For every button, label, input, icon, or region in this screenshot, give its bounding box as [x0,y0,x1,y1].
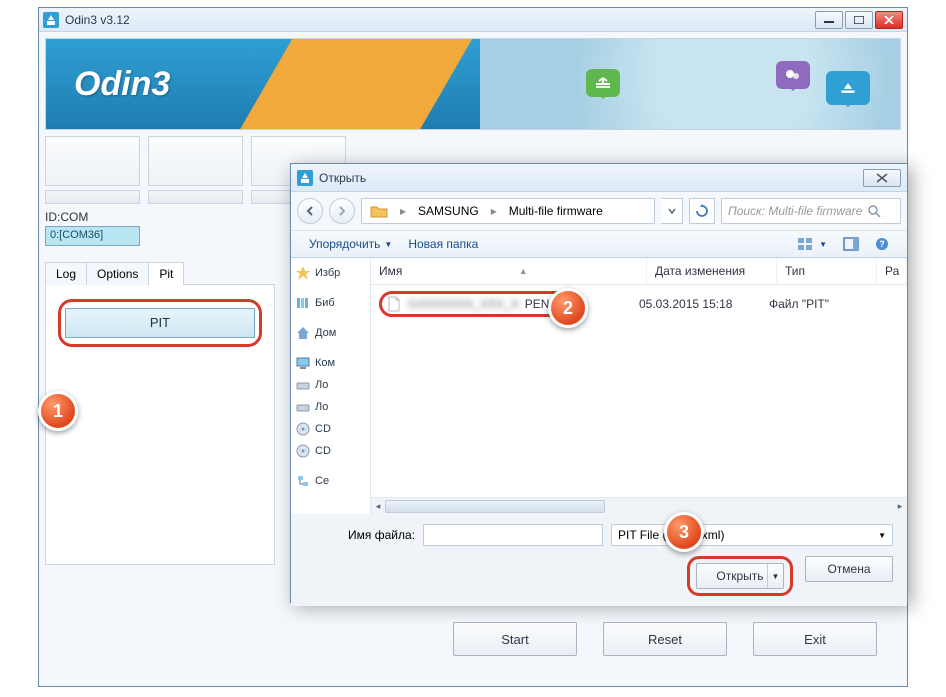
callout-badge-1: 1 [38,391,78,431]
organize-menu[interactable]: Упорядочить ▼ [301,235,400,253]
file-type-filter[interactable]: PIT File (*.pit, *.xml) ▼ [611,524,893,546]
search-input[interactable]: Поиск: Multi-file firmware [721,198,901,224]
filename-input[interactable] [423,524,603,546]
column-size[interactable]: Ра [877,258,907,284]
column-type[interactable]: Тип [777,258,877,284]
pit-button[interactable]: PIT [65,308,255,338]
breadcrumb-segment[interactable]: Multi-file firmware [501,199,611,223]
dialog-titlebar: Открыть [291,164,907,192]
window-title: Odin3 v3.12 [65,13,815,27]
nav-network[interactable]: Се [293,470,368,492]
progress-bar [45,190,140,204]
chevron-right-icon: ▸ [487,199,501,223]
home-icon [295,325,311,341]
nav-libraries[interactable]: Биб [293,292,368,314]
progress-bar [148,190,243,204]
nav-homegroup[interactable]: Дом [293,322,368,344]
highlight-pit: PIT [58,299,262,347]
help-button[interactable]: ? [867,235,897,253]
scroll-right-icon[interactable]: ▸ [893,498,907,515]
callout-badge-2: 2 [548,288,588,328]
tab-log[interactable]: Log [45,262,87,285]
view-menu[interactable]: ▼ [789,235,835,253]
open-button[interactable]: Открыть ▼ [696,563,784,589]
filename-label: Имя файла: [305,528,415,542]
file-icon [386,296,402,312]
dialog-footer: Имя файла: PIT File (*.pit, *.xml) ▼ Отк… [291,514,907,606]
file-row[interactable]: GXXXXXXX_XXX_XPEN.pit 05.03.2015 15:18 Ф… [371,285,907,323]
breadcrumb-segment[interactable]: SAMSUNG [410,199,487,223]
dialog-title: Открыть [319,171,863,185]
app-icon [297,170,313,186]
drive-icon [295,399,311,415]
nav-cd-drive[interactable]: CD [293,418,368,440]
file-list: Имя▲ Дата изменения Тип Ра GXXXXXXX_XXX_… [371,258,907,514]
reset-button[interactable]: Reset [603,622,727,656]
dialog-toolbar: Упорядочить ▼ Новая папка ▼ ? [291,230,907,258]
preview-pane-button[interactable] [835,235,867,253]
column-date[interactable]: Дата изменения [647,258,777,284]
close-button[interactable] [875,11,903,29]
folder-icon [370,204,388,218]
callout-badge-3: 3 [664,512,704,552]
cd-icon [295,421,311,437]
file-date: 05.03.2015 15:18 [639,297,769,311]
nav-computer[interactable]: Ком [293,352,368,374]
chevron-down-icon[interactable]: ▼ [767,564,783,588]
pin-icon [776,61,810,89]
header-banner: Odin3 [45,38,901,130]
network-icon [295,473,311,489]
highlight-open: Открыть ▼ [687,556,793,596]
file-type: Файл "PIT" [769,297,869,311]
computer-icon [295,355,311,371]
scroll-left-icon[interactable]: ◂ [371,498,385,515]
library-icon [295,295,311,311]
chevron-right-icon: ▸ [396,199,410,223]
highlight-file: GXXXXXXX_XXX_XPEN.pit [379,291,572,317]
cancel-button[interactable]: Отмена [805,556,893,582]
start-button[interactable]: Start [453,622,577,656]
svg-text:?: ? [879,239,885,249]
pin-icon [586,69,620,97]
minimize-button[interactable] [815,11,843,29]
port-cell [148,136,243,186]
search-icon [868,205,881,218]
scroll-thumb[interactable] [385,500,605,513]
nav-drive[interactable]: Ло [293,374,368,396]
column-name[interactable]: Имя▲ [371,258,647,284]
maximize-button[interactable] [845,11,873,29]
cd-icon [295,443,311,459]
dialog-close-button[interactable] [863,169,901,187]
nav-cd-drive[interactable]: CD [293,440,368,462]
idcom-field[interactable]: 0:[COM36] [45,226,140,246]
titlebar: Odin3 v3.12 [39,8,907,32]
file-open-dialog: Открыть ▸ SAMSUNG ▸ Multi-file firmware … [290,163,908,603]
forward-button[interactable] [329,198,355,224]
dialog-navbar: ▸ SAMSUNG ▸ Multi-file firmware Поиск: M… [291,192,907,230]
logo-text: Odin3 [74,65,170,104]
breadcrumb-dropdown[interactable] [661,198,683,224]
star-icon [295,265,311,281]
nav-drive[interactable]: Ло [293,396,368,418]
app-icon [43,12,59,28]
tab-pit[interactable]: Pit [148,262,184,285]
new-folder-button[interactable]: Новая папка [400,235,486,253]
search-placeholder: Поиск: Multi-file firmware [728,204,862,218]
exit-button[interactable]: Exit [753,622,877,656]
nav-pane: Избр Биб Дом Ком Ло Ло CD CD Се [291,258,371,514]
drive-icon [295,377,311,393]
refresh-button[interactable] [689,198,715,224]
breadcrumb-bar[interactable]: ▸ SAMSUNG ▸ Multi-file firmware [361,198,655,224]
port-cell [45,136,140,186]
back-button[interactable] [297,198,323,224]
pin-icon [826,71,870,105]
tab-options[interactable]: Options [86,262,149,285]
nav-favorites[interactable]: Избр [293,262,368,284]
file-name-blurred: GXXXXXXX_XXX_X [408,297,519,311]
tabs: Log Options Pit PIT [45,262,275,565]
horizontal-scrollbar[interactable]: ◂ ▸ [371,497,907,514]
